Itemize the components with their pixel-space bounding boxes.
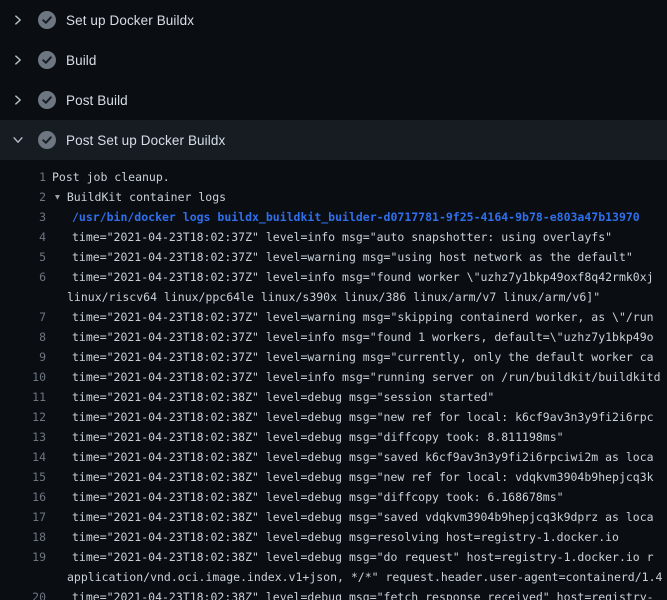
- log-line: 6 time="2021-04-23T18:02:37Z" level=info…: [0, 267, 667, 287]
- log-text: time="2021-04-23T18:02:38Z" level=debug …: [46, 590, 654, 600]
- line-number[interactable]: 4: [0, 230, 46, 244]
- line-number[interactable]: 7: [0, 310, 46, 324]
- log-line: linux/riscv64 linux/ppc64le linux/s390x …: [0, 287, 667, 307]
- group-collapse-toggle-icon[interactable]: ▼: [55, 192, 60, 201]
- steps-list: Set up Docker Buildx Build: [0, 0, 667, 160]
- log-text: time="2021-04-23T18:02:38Z" level=debug …: [46, 510, 654, 524]
- log-text: time="2021-04-23T18:02:38Z" level=debug …: [46, 430, 564, 444]
- log-text-continuation: application/vnd.oci.image.index.v1+json,…: [46, 570, 662, 584]
- step-header[interactable]: Set up Docker Buildx: [0, 0, 667, 40]
- line-number[interactable]: 12: [0, 410, 46, 424]
- line-number[interactable]: 18: [0, 530, 46, 544]
- log-text: time="2021-04-23T18:02:38Z" level=debug …: [46, 490, 564, 504]
- line-number[interactable]: 15: [0, 470, 46, 484]
- line-number[interactable]: 3: [0, 210, 46, 224]
- log-text: time="2021-04-23T18:02:38Z" level=debug …: [46, 410, 654, 424]
- line-number[interactable]: 8: [0, 330, 46, 344]
- check-circle-icon: [38, 91, 56, 109]
- log-line: 11 time="2021-04-23T18:02:38Z" level=deb…: [0, 387, 667, 407]
- log-line: 12 time="2021-04-23T18:02:38Z" level=deb…: [0, 407, 667, 427]
- log-text: time="2021-04-23T18:02:38Z" level=debug …: [46, 530, 619, 544]
- log-text: time="2021-04-23T18:02:37Z" level=info m…: [46, 270, 654, 284]
- line-number[interactable]: 19: [0, 550, 46, 564]
- log-line: application/vnd.oci.image.index.v1+json,…: [0, 567, 667, 587]
- line-number[interactable]: 17: [0, 510, 46, 524]
- log-line: 15 time="2021-04-23T18:02:38Z" level=deb…: [0, 467, 667, 487]
- log-line: 14 time="2021-04-23T18:02:38Z" level=deb…: [0, 447, 667, 467]
- log-line: 5 time="2021-04-23T18:02:37Z" level=warn…: [0, 247, 667, 267]
- line-number[interactable]: 1: [0, 170, 46, 184]
- chevron-right-icon: [11, 13, 25, 27]
- step-header[interactable]: Post Set up Docker Buildx: [0, 120, 667, 160]
- log-text: time="2021-04-23T18:02:37Z" level=warnin…: [46, 310, 654, 324]
- log-viewer: 1 Post job cleanup. 2 ▼ BuildKit containe…: [0, 160, 667, 600]
- log-text: time="2021-04-23T18:02:38Z" level=debug …: [46, 450, 654, 464]
- log-text: /usr/bin/docker logs buildx_buildkit_bui…: [46, 210, 640, 224]
- step-label: Build: [66, 53, 97, 68]
- log-line: 18 time="2021-04-23T18:02:38Z" level=deb…: [0, 527, 667, 547]
- log-line: 10 time="2021-04-23T18:02:37Z" level=inf…: [0, 367, 667, 387]
- group-label[interactable]: BuildKit container logs: [67, 190, 226, 204]
- line-number[interactable]: 9: [0, 350, 46, 364]
- log-line: 3 /usr/bin/docker logs buildx_buildkit_b…: [0, 207, 667, 227]
- log-text: time="2021-04-23T18:02:37Z" level=info m…: [46, 230, 612, 244]
- line-number[interactable]: 2: [0, 190, 46, 204]
- log-text: time="2021-04-23T18:02:37Z" level=info m…: [46, 370, 661, 384]
- check-circle-icon: [38, 11, 56, 29]
- chevron-right-icon: [11, 93, 25, 107]
- log-text: time="2021-04-23T18:02:37Z" level=info m…: [46, 330, 654, 344]
- line-number[interactable]: 14: [0, 450, 46, 464]
- log-line: 7 time="2021-04-23T18:02:37Z" level=warn…: [0, 307, 667, 327]
- line-number[interactable]: 5: [0, 250, 46, 264]
- log-line: 13 time="2021-04-23T18:02:38Z" level=deb…: [0, 427, 667, 447]
- line-number[interactable]: 11: [0, 390, 46, 404]
- log-text: ▼ BuildKit container logs: [46, 190, 226, 204]
- log-text: time="2021-04-23T18:02:37Z" level=warnin…: [46, 250, 633, 264]
- step-label: Set up Docker Buildx: [66, 13, 194, 28]
- log-line: 8 time="2021-04-23T18:02:37Z" level=info…: [0, 327, 667, 347]
- line-number[interactable]: 6: [0, 270, 46, 284]
- line-number[interactable]: 16: [0, 490, 46, 504]
- log-line: 20 time="2021-04-23T18:02:38Z" level=deb…: [0, 587, 667, 600]
- log-line: 9 time="2021-04-23T18:02:37Z" level=warn…: [0, 347, 667, 367]
- check-circle-icon: [38, 131, 56, 149]
- chevron-down-icon: [11, 133, 25, 147]
- log-line: 17 time="2021-04-23T18:02:38Z" level=deb…: [0, 507, 667, 527]
- log-line: 4 time="2021-04-23T18:02:37Z" level=info…: [0, 227, 667, 247]
- log-line: 16 time="2021-04-23T18:02:38Z" level=deb…: [0, 487, 667, 507]
- log-line: 1 Post job cleanup.: [0, 167, 667, 187]
- step-label: Post Set up Docker Buildx: [66, 133, 225, 148]
- line-number[interactable]: 20: [0, 590, 46, 600]
- line-number[interactable]: 10: [0, 370, 46, 384]
- log-text: time="2021-04-23T18:02:38Z" level=debug …: [46, 550, 654, 564]
- chevron-right-icon: [11, 53, 25, 67]
- log-text: time="2021-04-23T18:02:38Z" level=debug …: [46, 390, 494, 404]
- step-label: Post Build: [66, 93, 128, 108]
- step-header[interactable]: Post Build: [0, 80, 667, 120]
- actions-log-viewer: Set up Docker Buildx Build: [0, 0, 667, 600]
- log-line: 19 time="2021-04-23T18:02:38Z" level=deb…: [0, 547, 667, 567]
- log-line: 2 ▼ BuildKit container logs: [0, 187, 667, 207]
- step-header[interactable]: Build: [0, 40, 667, 80]
- check-circle-icon: [38, 51, 56, 69]
- line-number[interactable]: 13: [0, 430, 46, 444]
- log-text: Post job cleanup.: [46, 170, 170, 184]
- log-text: time="2021-04-23T18:02:38Z" level=debug …: [46, 470, 654, 484]
- log-text: time="2021-04-23T18:02:37Z" level=warnin…: [46, 350, 654, 364]
- log-text-continuation: linux/riscv64 linux/ppc64le linux/s390x …: [46, 290, 600, 304]
